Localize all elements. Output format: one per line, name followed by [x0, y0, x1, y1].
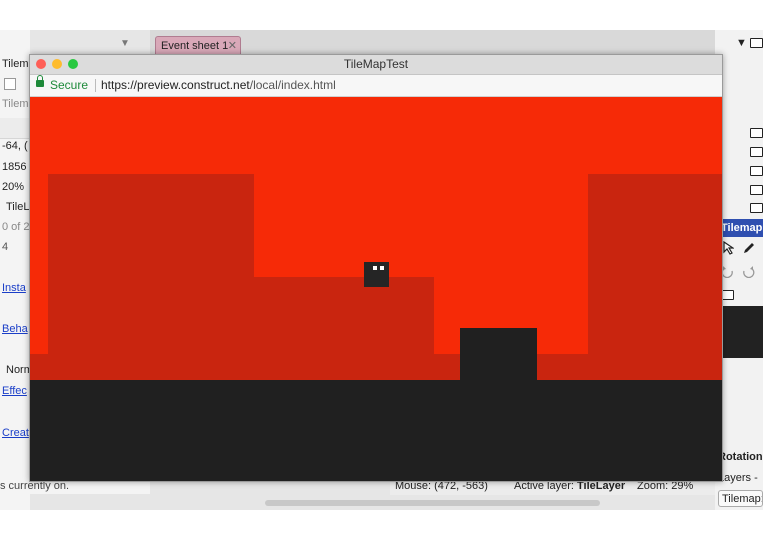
create-link[interactable]: Creat — [2, 427, 29, 439]
tilemap-bar-header: Tilemap: — [718, 219, 763, 237]
prop-checkbox[interactable] — [4, 78, 16, 90]
prop-layer: TileL — [6, 201, 30, 213]
window-titlebar[interactable]: TileMapTest — [30, 55, 722, 75]
cursor-tool-icon[interactable] — [722, 241, 734, 255]
prop-opacity: 20% — [2, 181, 25, 193]
player-eye — [373, 266, 377, 270]
rotation-label: Rotation — [718, 451, 763, 463]
folder-icon[interactable] — [750, 203, 763, 213]
pencil-tool-icon[interactable] — [742, 241, 756, 255]
rotate-cw-icon[interactable] — [741, 264, 755, 278]
prop-value: 4 — [2, 241, 9, 253]
tab-event-sheet[interactable]: Event sheet 1 ✕ — [155, 36, 241, 54]
window-title: TileMapTest — [343, 57, 409, 71]
preview-window[interactable]: TileMapTest Secure https://preview.const… — [29, 54, 723, 482]
game-canvas[interactable] — [30, 97, 722, 482]
layers-tab[interactable]: Layers - — [718, 472, 758, 484]
secure-label: Secure — [50, 78, 89, 92]
player-sprite[interactable] — [364, 262, 389, 287]
folder-icon[interactable] — [750, 185, 763, 195]
prop-type: Tilem — [2, 98, 29, 110]
instance-vars-link[interactable]: Insta — [2, 282, 26, 294]
address-divider — [95, 79, 96, 92]
folder-icon[interactable] — [750, 38, 763, 48]
effects-link[interactable]: Effec — [2, 385, 27, 397]
chevron-down-icon[interactable]: ▼ — [120, 38, 130, 49]
prop-position: -64, ( — [2, 140, 28, 152]
prop-size: 1856 — [2, 161, 27, 173]
folder-icon[interactable] — [750, 166, 763, 176]
url-path: /local/index.html — [249, 78, 336, 92]
address-bar[interactable]: Secure https://preview.construct.net/loc… — [30, 75, 722, 97]
url-text[interactable]: https://preview.construct.net/local/inde… — [101, 78, 336, 92]
folder-icon[interactable] — [750, 128, 763, 138]
horizontal-scrollbar[interactable] — [265, 500, 600, 506]
player-eye — [380, 266, 384, 270]
tile-palette[interactable] — [722, 306, 763, 358]
prop-name: Tilem — [2, 58, 29, 70]
rotate-ccw-icon[interactable] — [721, 264, 735, 278]
prop-row-divider — [0, 118, 30, 139]
lock-icon — [36, 75, 44, 87]
properties-panel: Tilem Tilem -64, ( 1856 20% TileL 0 of 2… — [0, 30, 33, 510]
folder-icon[interactable] — [750, 147, 763, 157]
tilemap-tab[interactable]: Tilemap: — [718, 490, 763, 507]
prop-count: 0 of 2 — [2, 221, 30, 233]
behaviors-link[interactable]: Beha — [2, 323, 28, 335]
url-host: https://preview.construct.net — [101, 78, 250, 92]
expand-arrow-icon[interactable]: ▼ — [736, 37, 747, 49]
tab-label: Event sheet 1 — [161, 40, 229, 52]
close-icon[interactable]: ✕ — [228, 37, 237, 55]
